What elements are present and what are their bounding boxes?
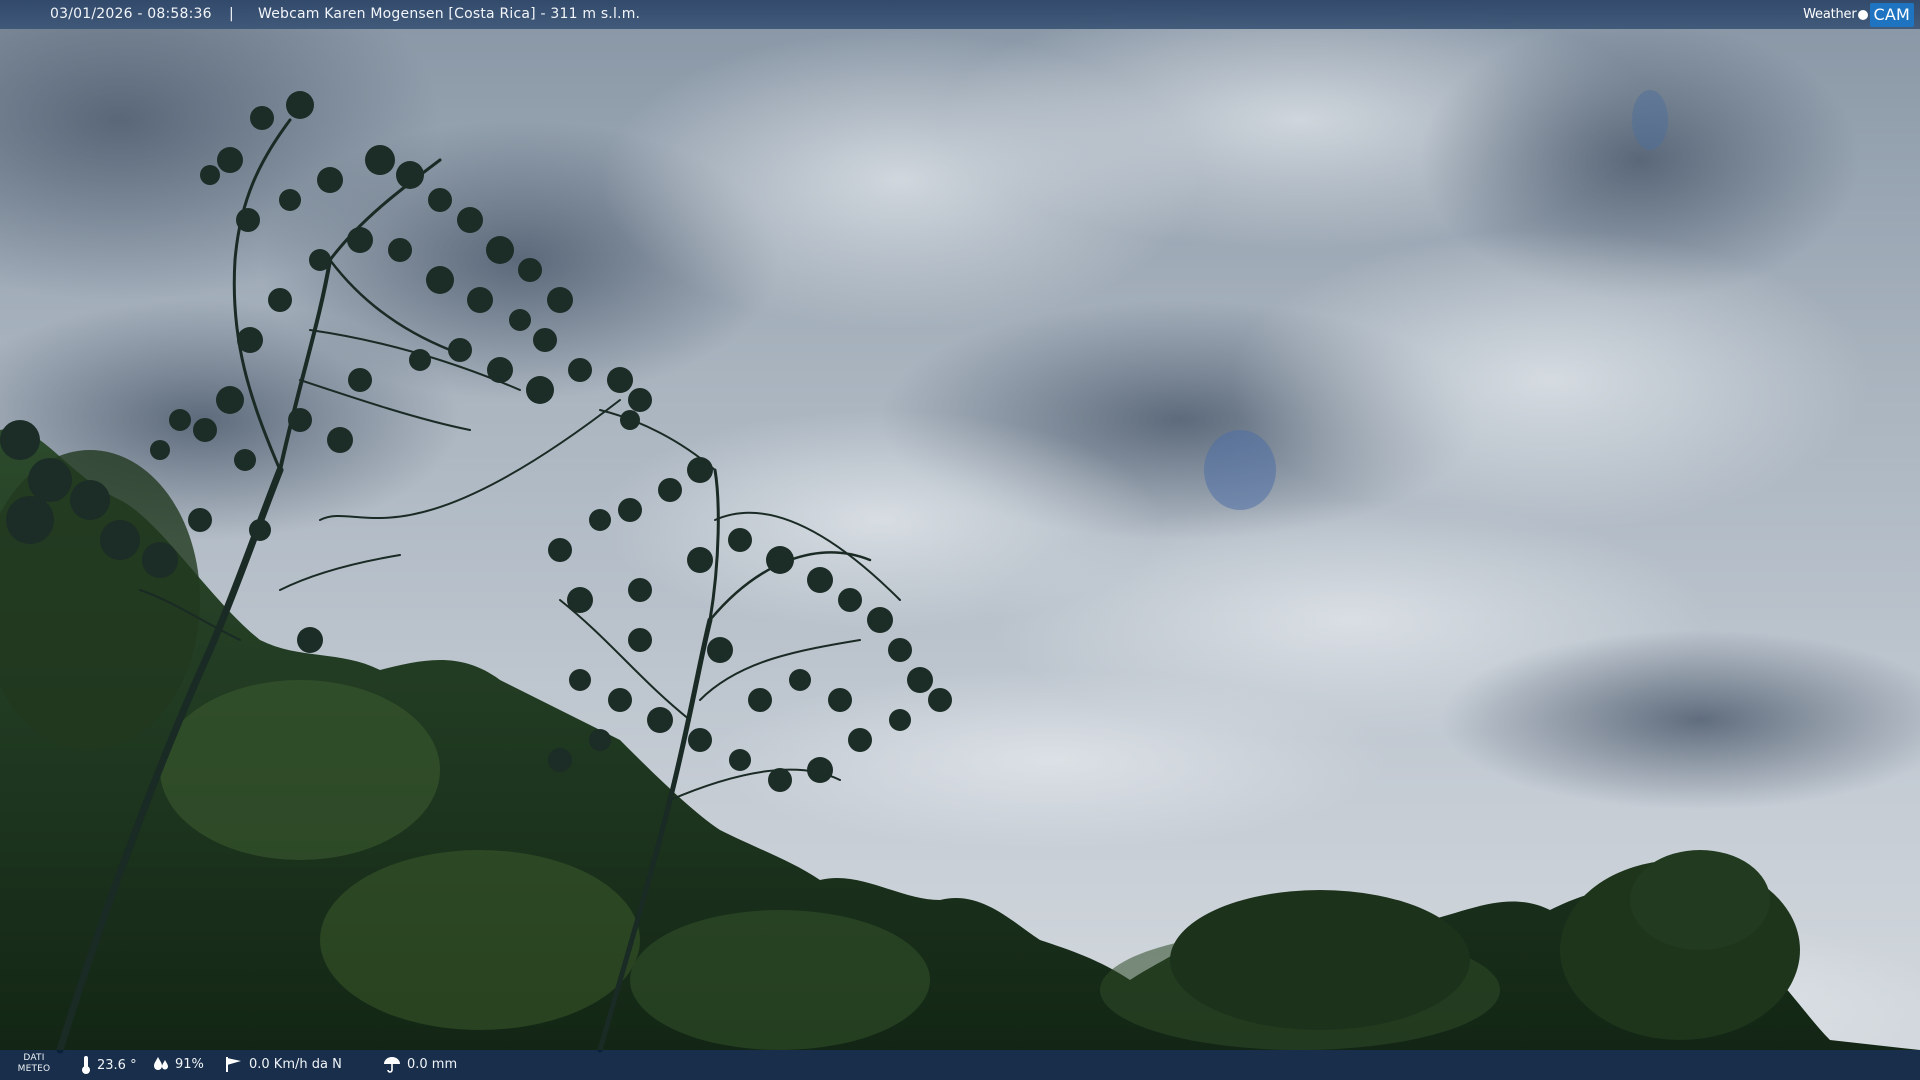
wind-value: 0.0 Km/h da N	[249, 1056, 342, 1072]
temperature-value: 23.6 °	[97, 1057, 137, 1073]
thermometer-icon	[82, 1056, 90, 1074]
humidity-reading: 91%	[152, 1055, 204, 1073]
dati-meteo-line1: DATI	[23, 1053, 45, 1063]
datetime-label: 03/01/2026 - 08:58:36	[50, 6, 212, 22]
temperature-reading: 23.6 °	[80, 1055, 137, 1075]
webcam-title: Webcam Karen Mogensen [Costa Rica] - 311…	[258, 6, 641, 22]
humidity-value: 91%	[175, 1056, 204, 1072]
logo-dot-icon	[1858, 9, 1869, 20]
rain-reading: 0.0 mm	[382, 1055, 457, 1073]
dati-meteo-line2: METEO	[17, 1064, 51, 1074]
separator: |	[229, 6, 234, 22]
webcam-image	[0, 0, 1920, 1080]
weather-bar: DATI METEO 23.6 ° 91% 0.0 Km/h da N 0.0 …	[0, 1050, 1920, 1080]
header-bar: 03/01/2026 - 08:58:36 | Webcam Karen Mog…	[0, 0, 1920, 29]
dati-meteo-label: DATI METEO	[14, 1053, 54, 1075]
logo-weather-text: Weather	[1803, 7, 1857, 22]
wind-reading: 0.0 Km/h da N	[224, 1055, 342, 1073]
weathercam-logo: Weather CAM	[1803, 0, 1920, 29]
rain-icon	[384, 1057, 400, 1073]
humidity-icon	[154, 1057, 168, 1070]
wind-icon	[226, 1057, 241, 1072]
logo-cam-text: CAM	[1870, 2, 1914, 27]
rain-value: 0.0 mm	[407, 1056, 458, 1072]
